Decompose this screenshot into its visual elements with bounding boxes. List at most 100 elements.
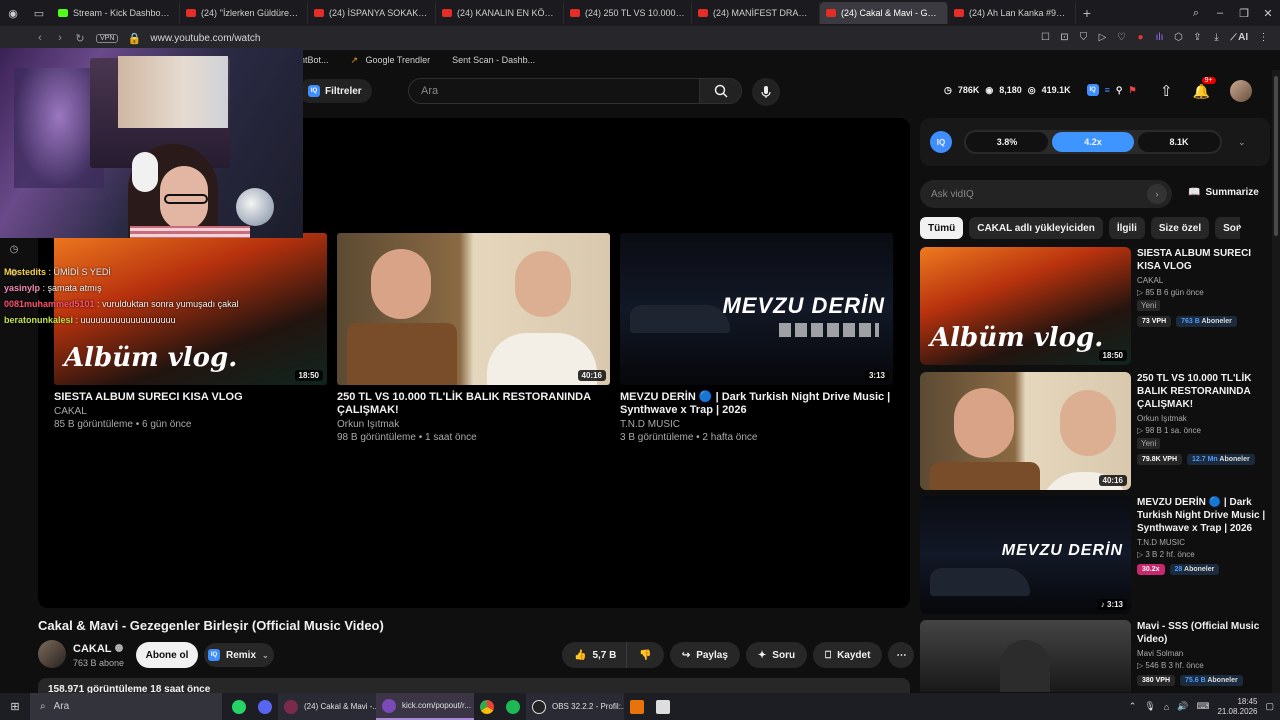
taskbar-app[interactable]: OBS 32.2.2 - Profil:...	[526, 693, 624, 720]
app-icon[interactable]	[624, 693, 650, 720]
notifications-icon[interactable]: ▢	[1265, 701, 1274, 712]
recommendation-item[interactable]: 40:16 250 TL VS 10.000 TL'LİK BALIK REST…	[920, 372, 1270, 490]
recommendation-thumbnail[interactable]	[920, 620, 1131, 692]
language-icon[interactable]: ⌨	[1196, 701, 1209, 712]
recommendation-title[interactable]: SIESTA ALBUM SURECI KISA VLOG	[1137, 247, 1270, 273]
maximize-icon[interactable]: ❐	[1232, 0, 1256, 26]
chevron-down-icon[interactable]: ⌄	[1238, 137, 1246, 148]
forward-icon[interactable]: ›	[50, 32, 70, 44]
browser-tab[interactable]: Stream - Kick Dashboard	[52, 2, 180, 24]
browser-tab[interactable]: (24) İSPANYA SOKAK YEM	[308, 2, 436, 24]
end-card-thumbnail[interactable]: MEVZU DERİN 3:13	[620, 233, 893, 385]
bookmark-icon[interactable]: ☐	[1039, 30, 1052, 44]
recommendation-channel[interactable]: Mavi Solman	[1137, 649, 1270, 658]
recommendation-item[interactable]: Mavi - SSS (Official Music Video) Mavi S…	[920, 620, 1270, 692]
browser-tab-active[interactable]: (24) Cakal & Mavi - Gezeg	[820, 2, 948, 24]
end-card-title[interactable]: SIESTA ALBUM SURECI KISA VLOG	[54, 391, 327, 404]
taskbar-search[interactable]: ⌕ Ara	[30, 693, 222, 720]
back-icon[interactable]: ‹	[30, 32, 50, 44]
subscribe-button[interactable]: Abone ol	[136, 642, 198, 668]
minimize-icon[interactable]: –	[1208, 0, 1232, 26]
recommendation-title[interactable]: MEVZU DERİN 🔵 | Dark Turkish Night Drive…	[1137, 496, 1270, 535]
ask-vidiq-input[interactable]: Ask vidIQ ›	[920, 180, 1172, 208]
stats-icon[interactable]: ılı	[1153, 30, 1166, 44]
recommendation-thumbnail[interactable]: MEVZU DERİN ♪ 3:13	[920, 496, 1131, 614]
recommendation-thumbnail[interactable]: Albüm vlog. 18:50	[920, 247, 1131, 365]
share-icon[interactable]: ⇪	[1191, 30, 1204, 44]
more-actions-button[interactable]: ⋯	[888, 642, 915, 668]
summarize-button[interactable]: 📖 Summarize	[1188, 187, 1259, 198]
end-card-thumbnail[interactable]: 40:16	[337, 233, 610, 385]
chevron-right-icon[interactable]: ›	[1238, 221, 1242, 233]
end-card[interactable]: Albüm vlog. 18:50 SIESTA ALBUM SURECI KI…	[54, 233, 327, 430]
screenshot-icon[interactable]: ⊡	[1058, 30, 1071, 44]
volume-icon[interactable]: 🔊	[1177, 701, 1188, 712]
recommendation-channel[interactable]: Orkun Işıtmak	[1137, 414, 1270, 423]
browser-tab[interactable]: (24) ''İzlerken Güldüren Ed	[180, 2, 308, 24]
chrome-icon[interactable]	[474, 693, 500, 720]
taskbar-app[interactable]: kick.com/popout/r...	[376, 693, 474, 720]
recommendation-item[interactable]: MEVZU DERİN ♪ 3:13 MEVZU DERİN 🔵 | Dark …	[920, 496, 1270, 614]
upload-icon[interactable]: ⇧	[1160, 82, 1173, 100]
notifications-button[interactable]: 🔔 9+	[1193, 76, 1216, 100]
list-icon[interactable]: ≡	[1105, 85, 1110, 95]
search-input[interactable]	[409, 79, 689, 103]
vidiq-metric[interactable]: 4.2x	[1052, 132, 1134, 152]
whatsapp-icon[interactable]	[222, 693, 252, 720]
search-tabs-icon[interactable]: ⌕	[1184, 0, 1208, 26]
network-icon[interactable]: ⌂	[1164, 702, 1169, 712]
discord-icon[interactable]	[252, 693, 278, 720]
end-card[interactable]: 40:16 250 TL VS 10.000 TL'LİK BALIK REST…	[337, 233, 610, 443]
url-field[interactable]: www.youtube.com/watch	[150, 33, 260, 44]
close-icon[interactable]: ✕	[1256, 0, 1280, 26]
browser-tab[interactable]: (24) Ah Lan Kanka #94 | Bi	[948, 2, 1076, 24]
shield-icon[interactable]: ⛉	[1077, 30, 1090, 44]
vidiq-metric[interactable]: 8.1K	[1138, 132, 1220, 152]
heart-icon[interactable]: ♡	[1115, 30, 1128, 44]
menu-icon[interactable]: ⋮	[1257, 30, 1270, 44]
vidiq-icon[interactable]: IQ	[1086, 84, 1099, 96]
search-button[interactable]	[699, 79, 741, 103]
bookmark-item[interactable]: ntBot...	[300, 55, 329, 65]
remix-button[interactable]: IQ Remix ⌄	[204, 643, 274, 667]
play-icon[interactable]: ▷	[1096, 30, 1109, 44]
browser-tab[interactable]: (24) KANALIN EN KÖTÜ VİD	[436, 2, 564, 24]
vpn-badge[interactable]: VPN	[96, 33, 119, 43]
recommendation-channel[interactable]: CAKAL	[1137, 276, 1270, 285]
history-icon[interactable]: ◷	[0, 238, 28, 262]
channel-avatar[interactable]	[38, 640, 66, 668]
bookmark-item[interactable]: ↗ Google Trendler	[351, 55, 431, 65]
chip[interactable]: CAKAL adlı yükleyiciden	[969, 217, 1103, 239]
alert-icon[interactable]: ⚑	[1129, 85, 1137, 96]
windows-start-icon[interactable]: ⊞	[0, 700, 30, 713]
end-card-title[interactable]: 250 TL VS 10.000 TL'LİK BALIK RESTORANIN…	[337, 391, 610, 417]
recommendation-item[interactable]: Albüm vlog. 18:50 SIESTA ALBUM SURECI KI…	[920, 247, 1270, 365]
send-icon[interactable]: ›	[1147, 184, 1167, 204]
ai-button[interactable]: ⟋ AI	[1229, 30, 1251, 44]
save-button[interactable]: ⎕ Kaydet	[813, 642, 883, 668]
avatar[interactable]	[1230, 80, 1252, 102]
chip[interactable]: Son yük	[1215, 217, 1240, 239]
recommendation-title[interactable]: 250 TL VS 10.000 TL'LİK BALIK RESTORANIN…	[1137, 372, 1270, 411]
recommendation-title[interactable]: Mavi - SSS (Official Music Video)	[1137, 620, 1270, 646]
record-icon[interactable]: ●	[1134, 30, 1147, 44]
recommendation-channel[interactable]: T.N.D MUSIC	[1137, 538, 1270, 547]
spotify-icon[interactable]	[500, 693, 526, 720]
reload-icon[interactable]: ↻	[70, 32, 90, 45]
end-card-channel[interactable]: Orkun Işıtmak	[337, 419, 610, 430]
share-button[interactable]: ↪ Paylaş	[669, 642, 740, 668]
voice-search-button[interactable]	[752, 78, 780, 106]
chip[interactable]: Tümü	[920, 217, 964, 239]
tab-menu-icon[interactable]: ▭	[26, 0, 52, 26]
browser-tab[interactable]: (24) MANİFEST DRAMASI	[692, 2, 820, 24]
ask-button[interactable]: ✦ Soru	[745, 642, 808, 668]
microphone-icon[interactable]: 🎙	[1144, 701, 1155, 712]
chip[interactable]: Size özel	[1150, 217, 1210, 239]
scrollbar[interactable]	[1272, 70, 1280, 693]
clock[interactable]: 18:45 21.08.2026	[1217, 697, 1257, 717]
taskbar-app[interactable]: (24) Cakal & Mavi -...	[278, 693, 376, 720]
end-card[interactable]: MEVZU DERİN 3:13 MEVZU DERİN 🔵 | Dark Tu…	[620, 233, 893, 443]
recommendation-thumbnail[interactable]: 40:16	[920, 372, 1131, 490]
dislike-button[interactable]: 👎	[626, 642, 664, 668]
bookmark-item[interactable]: Sent Scan - Dashb...	[452, 55, 535, 65]
